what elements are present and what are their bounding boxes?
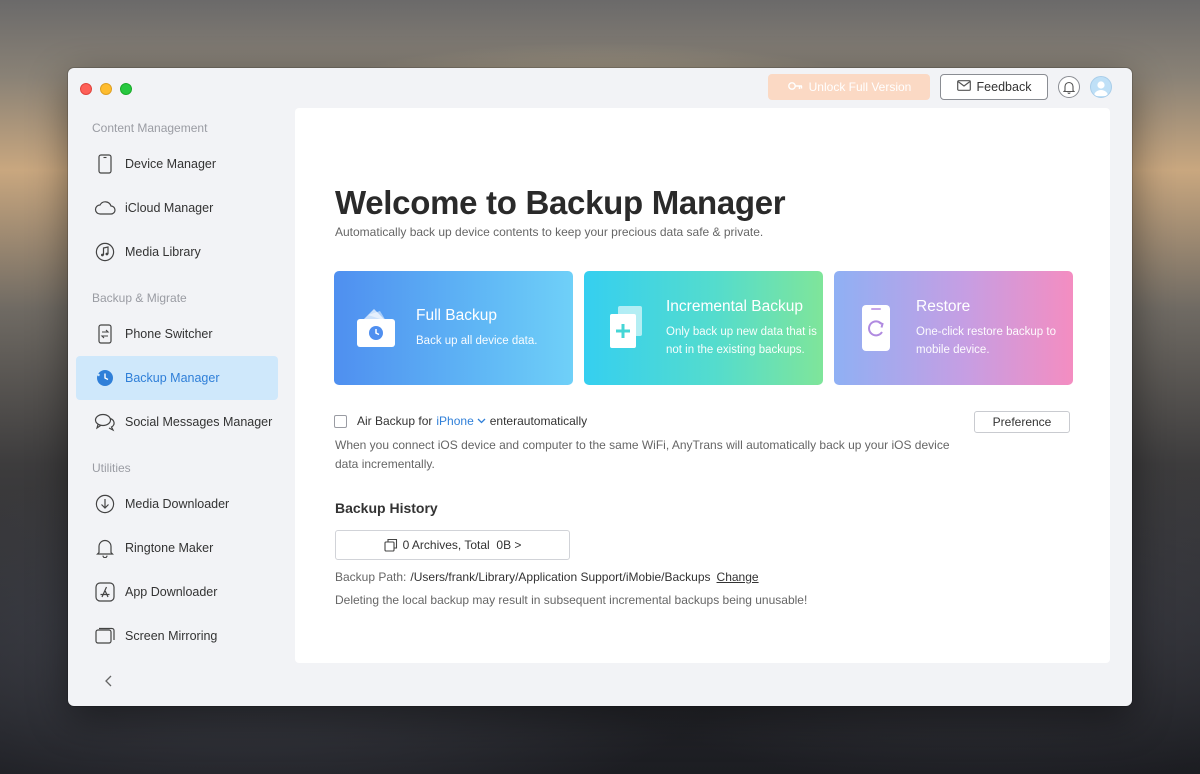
chevron-left-icon [105, 675, 112, 687]
app-store-icon [94, 581, 116, 603]
feedback-button[interactable]: Feedback [940, 74, 1048, 100]
chat-bubbles-icon [94, 411, 116, 433]
restore-desc-line2: mobile device. [916, 343, 990, 356]
cloud-icon [94, 197, 116, 219]
bell-icon [94, 537, 116, 559]
sidebar-item-label: App Downloader [125, 585, 218, 599]
air-backup-row: Air Backup for iPhone enterautomatically [334, 414, 587, 428]
key-icon [787, 79, 803, 96]
backup-path-value: /Users/frank/Library/Application Support… [410, 570, 711, 584]
backup-warning: Deleting the local backup may result in … [335, 593, 808, 607]
sidebar-item-phone-switcher[interactable]: Phone Switcher [76, 312, 278, 356]
sidebar-item-label: iCloud Manager [125, 201, 214, 215]
sidebar-item-label: Screen Mirroring [125, 629, 218, 643]
user-avatar[interactable] [1090, 76, 1112, 98]
restore-desc-line1: One-click restore backup to [916, 325, 1056, 338]
backup-clock-icon [94, 367, 116, 389]
backup-history-title: Backup History [335, 500, 438, 516]
sidebar-item-label: Media Library [125, 245, 201, 259]
sidebar-item-ringtone-maker[interactable]: Ringtone Maker [76, 526, 278, 570]
app-window: Unlock Full Version Feedback Content Man… [68, 68, 1132, 706]
window-controls [80, 83, 132, 95]
air-backup-prefix: Air Backup for [357, 414, 433, 428]
air-backup-suffix: enterautomatically [489, 414, 588, 428]
envelope-icon [956, 80, 971, 94]
incremental-backup-title: Incremental Backup [666, 297, 803, 315]
phone-icon [94, 153, 116, 175]
sidebar-item-label: Backup Manager [125, 371, 220, 385]
device-selector[interactable]: iPhone [436, 414, 486, 428]
minimize-window-button[interactable] [100, 83, 112, 95]
sidebar-item-media-downloader[interactable]: Media Downloader [76, 482, 278, 526]
section-title-content-management: Content Management [92, 121, 208, 135]
unlock-full-version-button[interactable]: Unlock Full Version [768, 74, 930, 100]
restore-title: Restore [916, 297, 971, 315]
feedback-label: Feedback [976, 80, 1032, 94]
sidebar-item-media-library[interactable]: Media Library [76, 230, 278, 274]
backup-cards: Full Backup Back up all device data. Inc… [334, 271, 1073, 385]
full-backup-title: Full Backup [416, 306, 497, 324]
screen-mirror-icon [94, 625, 116, 647]
sidebar-item-app-downloader[interactable]: App Downloader [76, 570, 278, 614]
incremental-backup-icon [604, 303, 648, 353]
sidebar-item-device-manager[interactable]: Device Manager [76, 142, 278, 186]
music-note-icon [94, 241, 116, 263]
page-subtitle: Automatically back up device contents to… [335, 225, 764, 239]
incremental-backup-card[interactable]: Incremental Backup Only back up new data… [584, 271, 823, 385]
preference-button[interactable]: Preference [974, 411, 1070, 433]
backup-path-row: Backup Path: /Users/frank/Library/Applic… [335, 570, 759, 584]
sidebar-item-label: Social Messages Manager [125, 415, 273, 429]
archives-label: 0 Archives, Total 0B > [402, 538, 522, 552]
unlock-label: Unlock Full Version [808, 80, 912, 94]
restore-card[interactable]: Restore One-click restore backup to mobi… [834, 271, 1073, 385]
close-window-button[interactable] [80, 83, 92, 95]
sidebar-item-backup-manager[interactable]: Backup Manager [76, 356, 278, 400]
section-title-utilities: Utilities [92, 461, 131, 475]
incremental-backup-desc-line2: not in the existing backups. [666, 343, 805, 356]
full-backup-desc: Back up all device data. [416, 334, 538, 347]
user-icon [1094, 81, 1108, 96]
sidebar: Content Management Device Manager iCloud… [76, 114, 278, 694]
sidebar-item-label: Device Manager [125, 157, 217, 171]
topbar-actions: Unlock Full Version Feedback [768, 74, 1112, 100]
sidebar-item-social-messages-manager[interactable]: Social Messages Manager [76, 400, 278, 444]
archives-button[interactable]: 0 Archives, Total 0B > [335, 530, 570, 560]
chevron-down-icon [477, 418, 486, 424]
notification-bell-icon [1063, 81, 1075, 94]
air-backup-checkbox[interactable] [334, 414, 347, 428]
air-backup-description: When you connect iOS device and computer… [335, 438, 950, 471]
notification-bell-button[interactable] [1058, 76, 1080, 98]
sidebar-item-label: Ringtone Maker [125, 541, 214, 555]
full-backup-card[interactable]: Full Backup Back up all device data. [334, 271, 573, 385]
section-title-backup-migrate: Backup & Migrate [92, 291, 187, 305]
sidebar-item-screen-mirroring[interactable]: Screen Mirroring [76, 614, 278, 658]
device-name: iPhone [436, 414, 474, 428]
main-content: Welcome to Backup Manager Automatically … [295, 108, 1110, 663]
incremental-backup-desc-line1: Only back up new data that is [666, 325, 817, 338]
download-icon [94, 493, 116, 515]
restore-icon [854, 303, 898, 353]
full-backup-icon [354, 303, 398, 353]
sidebar-item-label: Phone Switcher [125, 327, 213, 341]
archive-copy-icon [384, 538, 397, 552]
collapse-sidebar-button[interactable] [102, 674, 116, 688]
maximize-window-button[interactable] [120, 83, 132, 95]
phone-switch-icon [94, 323, 116, 345]
sidebar-item-icloud-manager[interactable]: iCloud Manager [76, 186, 278, 230]
change-path-link[interactable]: Change [717, 570, 759, 584]
sidebar-item-label: Media Downloader [125, 497, 230, 511]
backup-path-label: Backup Path: [335, 570, 407, 584]
page-title: Welcome to Backup Manager [335, 184, 786, 221]
